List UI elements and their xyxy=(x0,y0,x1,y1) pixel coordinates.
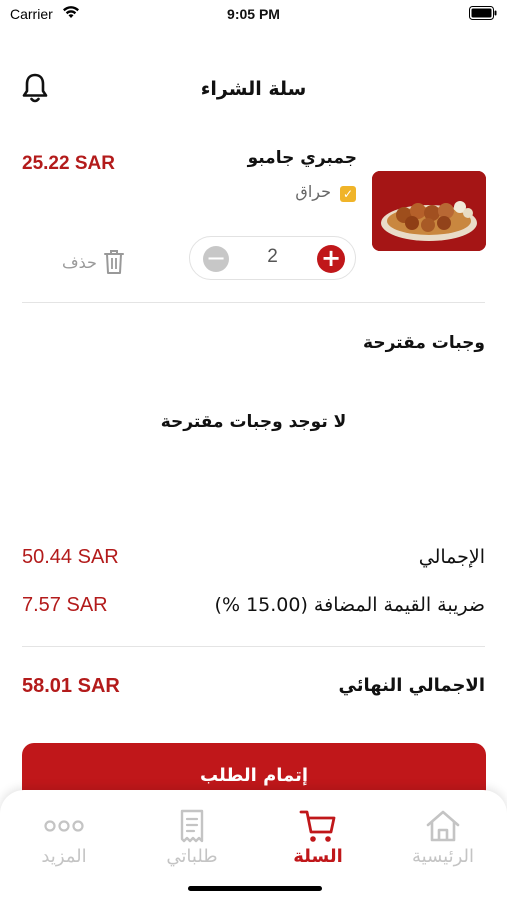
option-label: حراق xyxy=(295,182,331,201)
subtotal-value: 50.44 SAR xyxy=(22,546,119,568)
product-name: جمبري جامبو xyxy=(247,148,357,168)
more-icon xyxy=(44,820,84,832)
suggested-section-title: وجبات مقترحة xyxy=(363,333,485,353)
home-indicator xyxy=(188,886,322,891)
total-value: 58.01 SAR xyxy=(22,675,120,697)
tab-more-label: المزيد xyxy=(41,846,87,867)
quantity-stepper: − 2 + xyxy=(189,236,356,280)
home-icon xyxy=(426,810,460,842)
subtotal-label: الإجمالي xyxy=(418,546,485,568)
delete-item-button[interactable]: حذف xyxy=(62,248,125,276)
product-image xyxy=(372,171,486,251)
tab-orders-label: طلباتي xyxy=(166,846,218,867)
receipt-icon xyxy=(180,809,204,843)
divider xyxy=(22,646,485,647)
clock: 9:05 PM xyxy=(227,6,280,22)
total-label: الاجمالي النهائي xyxy=(338,675,486,696)
divider xyxy=(22,302,485,303)
cart-icon xyxy=(299,810,336,842)
delete-label: حذف xyxy=(62,252,97,272)
page-title: سلة الشراء xyxy=(200,78,307,100)
tab-more[interactable]: المزيد xyxy=(14,808,114,867)
tab-orders[interactable]: طلباتي xyxy=(142,808,242,867)
status-bar: Carrier 9:05 PM xyxy=(0,0,507,30)
tab-home[interactable]: الرئيسية xyxy=(393,808,493,867)
empty-suggestions-message: لا توجد وجبات مقترحة xyxy=(160,412,347,432)
check-icon: ✓ xyxy=(342,187,354,201)
tab-bar: الرئيسية السلة طلباتي المزيد xyxy=(0,790,507,900)
tab-cart[interactable]: السلة xyxy=(268,808,368,867)
vat-label: ضريبة القيمة المضافة (15.00 %) xyxy=(214,594,485,616)
option-checkbox[interactable]: ✓ xyxy=(340,186,356,202)
trash-icon xyxy=(103,250,124,274)
increase-quantity-button[interactable]: + xyxy=(317,245,345,273)
tab-home-label: الرئيسية xyxy=(412,846,474,867)
tab-cart-label: السلة xyxy=(293,846,343,867)
battery-icon xyxy=(469,6,497,20)
product-price: 25.22 SAR xyxy=(22,153,115,174)
vat-value: 7.57 SAR xyxy=(22,594,108,616)
